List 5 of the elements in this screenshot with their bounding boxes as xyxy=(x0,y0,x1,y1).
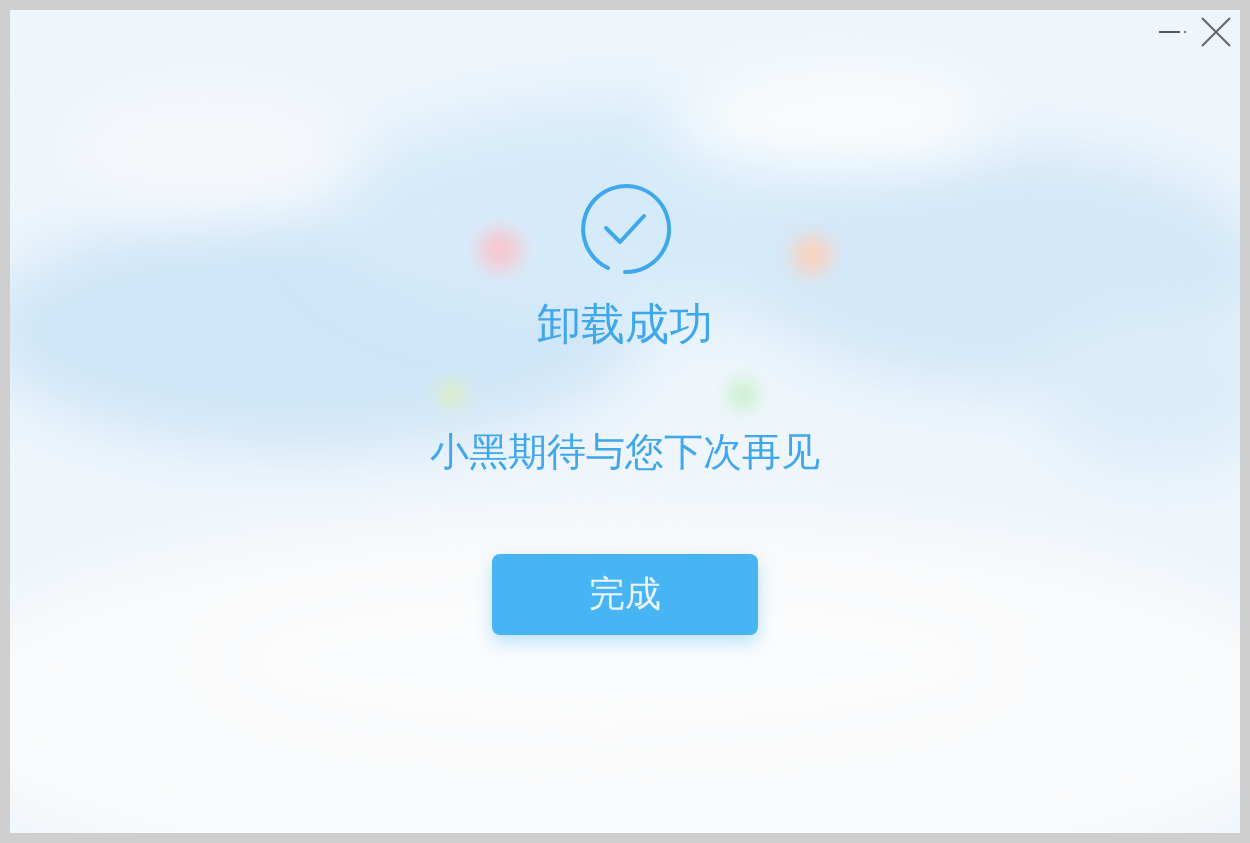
done-button[interactable]: 完成 xyxy=(492,553,758,635)
success-check-icon xyxy=(578,182,672,276)
farewell-message: 小黑期待与您下次再见 xyxy=(430,428,820,476)
close-icon[interactable] xyxy=(1200,16,1232,48)
status-title: 卸载成功 xyxy=(537,298,713,351)
